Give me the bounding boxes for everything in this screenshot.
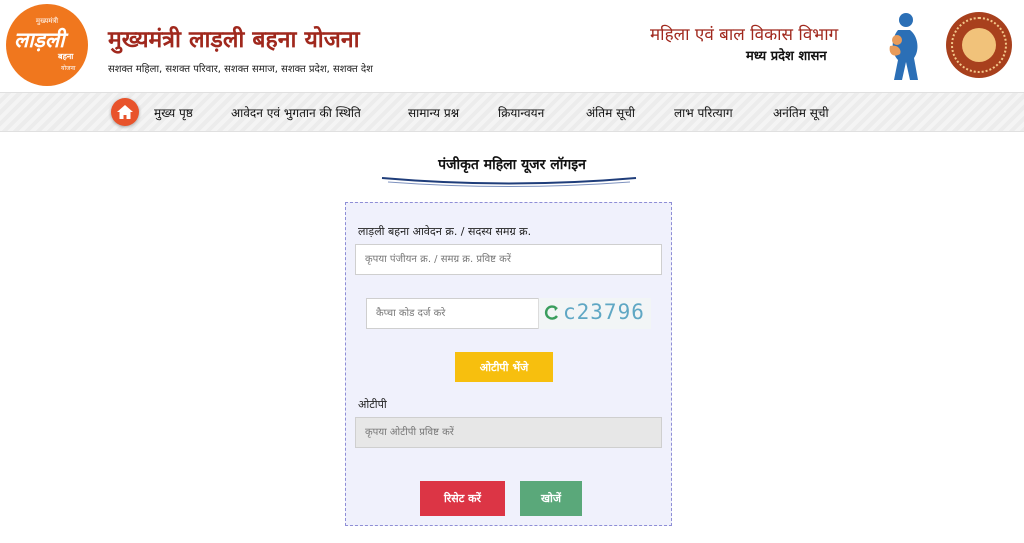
application-number-label: लाड़ली बहना आवेदन क्र. / सदस्य समग्र क्र… bbox=[358, 225, 532, 238]
send-otp-button[interactable]: ओटीपी भेंजे bbox=[455, 352, 553, 382]
department-title: महिला एवं बाल विकास विभाग bbox=[650, 25, 839, 45]
nav-item-final-list[interactable]: अंतिम सूची bbox=[586, 104, 635, 121]
site-title: मुख्यमंत्री लाड़ली बहना योजना bbox=[108, 27, 360, 53]
otp-input[interactable] bbox=[355, 417, 662, 448]
mother-child-logo-icon bbox=[889, 13, 918, 80]
site-header: मुख्यमंत्री लाड़ली बहना योजना मुख्यमंत्र… bbox=[0, 0, 1024, 92]
main-navigation: मुख्य पृष्ठ आवेदन एवं भुगतान की स्थिति स… bbox=[0, 92, 1024, 132]
home-icon bbox=[117, 105, 133, 119]
logo-top-text: मुख्यमंत्री bbox=[35, 17, 59, 25]
home-button[interactable] bbox=[111, 98, 139, 126]
captcha-image: c23796 bbox=[538, 298, 651, 329]
site-tagline: सशक्त महिला, सशक्त परिवार, सशक्त समाज, स… bbox=[108, 64, 373, 75]
refresh-captcha-icon[interactable] bbox=[543, 304, 561, 322]
captcha-input[interactable] bbox=[366, 298, 539, 329]
government-title: मध्य प्रदेश शासन bbox=[746, 49, 827, 64]
logo-mid-text: बहना bbox=[58, 52, 74, 61]
nav-item-home[interactable]: मुख्य पृष्ठ bbox=[154, 104, 193, 121]
otp-label: ओटीपी bbox=[358, 398, 387, 411]
nav-item-benefit-relinquish[interactable]: लाभ परित्याग bbox=[674, 104, 733, 121]
login-heading: पंजीकृत महिला यूजर लॉगइन bbox=[438, 157, 586, 173]
ladli-behna-logo[interactable]: मुख्यमंत्री लाड़ली बहना योजना bbox=[6, 4, 88, 86]
captcha-code: c23796 bbox=[563, 300, 645, 324]
nav-item-application-status[interactable]: आवेदन एवं भुगतान की स्थिति bbox=[231, 104, 361, 121]
nav-item-provisional-list[interactable]: अनंतिम सूची bbox=[773, 104, 829, 121]
nav-item-faq[interactable]: सामान्य प्रश्न bbox=[408, 104, 459, 121]
nav-item-implementation[interactable]: क्रियान्वयन bbox=[498, 104, 544, 121]
emblem-core bbox=[962, 28, 996, 62]
search-button[interactable]: खोजें bbox=[520, 481, 582, 516]
logo-bottom-text: योजना bbox=[61, 65, 76, 72]
mp-government-emblem-icon bbox=[946, 12, 1012, 78]
reset-button[interactable]: रिसेट करें bbox=[420, 481, 505, 516]
application-number-input[interactable] bbox=[355, 244, 662, 275]
heading-underline bbox=[381, 177, 637, 187]
logo-main-text: लाड़ली bbox=[14, 27, 65, 52]
